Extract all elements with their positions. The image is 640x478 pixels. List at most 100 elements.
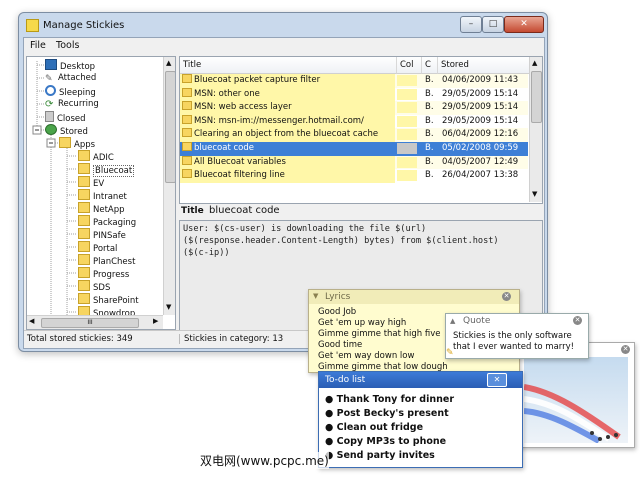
table-row[interactable]: MSN: web access layer B. 29/05/2009 15:14 bbox=[180, 101, 528, 115]
scroll-down-icon[interactable]: ▼ bbox=[532, 190, 537, 198]
scroll-up-icon[interactable]: ▲ bbox=[166, 59, 171, 67]
tree-horizontal-scrollbar[interactable]: ◀ III ▶ bbox=[27, 315, 163, 329]
tree-item-netapp[interactable]: NetApp bbox=[78, 202, 125, 215]
table-row[interactable]: Bluecoat filtering line B. 26/04/2007 13:3… bbox=[180, 169, 528, 183]
close-button[interactable]: ✕ bbox=[504, 16, 544, 33]
scroll-down-icon[interactable]: ▼ bbox=[166, 303, 171, 311]
tree-item-planchest[interactable]: PlanChest bbox=[78, 254, 135, 267]
row-color-swatch bbox=[397, 129, 417, 141]
tree-item-progress[interactable]: Progress bbox=[78, 267, 129, 280]
row-stored-date: 26/04/2007 13:38 bbox=[442, 170, 519, 181]
todo-item[interactable]: ● Send party invites bbox=[325, 450, 435, 461]
column-header-col[interactable]: Col bbox=[397, 57, 422, 74]
row-title: MSN: web access layer bbox=[180, 101, 395, 115]
tree-item-sleeping[interactable]: Sleeping bbox=[45, 85, 96, 98]
expand-icon[interactable]: ▲ bbox=[450, 317, 455, 325]
tree-item-bluecoat[interactable]: Bluecoat bbox=[78, 163, 135, 177]
row-color-swatch bbox=[397, 88, 417, 100]
tree-item-desktop[interactable]: Desktop bbox=[45, 59, 95, 72]
todo-item[interactable]: ● Copy MP3s to phone bbox=[325, 436, 446, 447]
todo-item[interactable]: ● Post Becky's present bbox=[325, 408, 449, 419]
tree-item-ev[interactable]: EV bbox=[78, 176, 104, 189]
column-header-c[interactable]: C bbox=[422, 57, 438, 74]
row-stored-date: 29/05/2009 15:14 bbox=[442, 102, 519, 113]
tree-item-sharepoint[interactable]: SharePoint bbox=[78, 293, 139, 306]
table-row[interactable]: All Bluecoat variables B. 04/05/2007 12:49 bbox=[180, 155, 528, 170]
folder-icon bbox=[78, 163, 90, 174]
scroll-up-icon[interactable]: ▲ bbox=[532, 59, 537, 67]
tree-item-attached[interactable]: ✎ Attached bbox=[45, 72, 96, 85]
tree-item-sds[interactable]: SDS bbox=[78, 280, 110, 293]
close-icon[interactable]: ✕ bbox=[487, 373, 507, 387]
clock-icon bbox=[45, 85, 56, 96]
title-field-row: Title bluecoat code bbox=[179, 204, 541, 219]
folder-icon bbox=[78, 150, 90, 161]
lyrics-header[interactable]: ▼ Lyrics ✕ bbox=[309, 290, 519, 304]
pencil-icon: ✎ bbox=[446, 348, 454, 358]
menu-bar: File Tools bbox=[24, 38, 544, 53]
tree-item-pinsafe[interactable]: PINSafe bbox=[78, 228, 126, 241]
tree-scroll-thumb[interactable] bbox=[165, 71, 175, 183]
tree-item-intranet[interactable]: Intranet bbox=[78, 189, 127, 202]
todo-item[interactable]: ● Thank Tony for dinner bbox=[325, 394, 454, 405]
quote-line: that I ever wanted to marry! bbox=[453, 342, 575, 352]
row-title: bluecoat code bbox=[180, 142, 395, 156]
recurring-icon: ⟳ bbox=[45, 99, 54, 110]
scroll-left-icon[interactable]: ◀ bbox=[29, 317, 34, 325]
tree-item-packaging[interactable]: Packaging bbox=[78, 215, 136, 228]
row-stored-date: 29/05/2009 15:14 bbox=[442, 115, 519, 126]
tree-item-stored[interactable]: Stored bbox=[45, 124, 88, 137]
lyrics-line: Good time bbox=[318, 340, 363, 350]
stickies-list[interactable]: Title Col C Stored Bluecoat packet captu… bbox=[179, 56, 543, 204]
todo-header[interactable]: To-do list ✕ bbox=[319, 372, 522, 388]
folder-icon bbox=[78, 176, 90, 187]
menu-tools[interactable]: Tools bbox=[56, 40, 79, 51]
sticky-note-icon bbox=[182, 114, 192, 124]
sticky-note-icon bbox=[182, 74, 192, 83]
collapse-icon[interactable]: ▼ bbox=[313, 292, 318, 300]
list-scroll-thumb[interactable] bbox=[531, 71, 542, 123]
column-header-title[interactable]: Title bbox=[180, 57, 397, 74]
row-color-swatch bbox=[397, 156, 417, 168]
table-row[interactable]: Bluecoat packet capture filter B. 04/06/20… bbox=[180, 74, 528, 88]
trash-icon bbox=[45, 111, 54, 122]
quote-sticky[interactable]: ▲ Quote ✕ Stickies is the only software … bbox=[445, 313, 589, 359]
row-stored-date: 29/05/2009 15:14 bbox=[442, 88, 519, 99]
minimize-button[interactable]: – bbox=[460, 16, 482, 33]
menu-file[interactable]: File bbox=[30, 40, 46, 51]
airshow-photo bbox=[524, 357, 628, 443]
todo-sticky[interactable]: To-do list ✕ ● Thank Tony for dinner ● P… bbox=[318, 371, 523, 468]
row-title: Clearing an object from the bluecoat cac… bbox=[180, 128, 395, 142]
close-icon[interactable]: ✕ bbox=[502, 292, 511, 301]
maximize-button[interactable]: □ bbox=[482, 16, 504, 33]
status-category-count: Stickies in category: 13 bbox=[179, 334, 283, 344]
tree-item-apps[interactable]: Apps bbox=[59, 137, 95, 150]
sticky-note-icon bbox=[182, 87, 192, 97]
tree-item-adic[interactable]: ADIC bbox=[78, 150, 114, 163]
tree-item-closed[interactable]: Closed bbox=[45, 111, 86, 124]
tree-hscroll-thumb[interactable]: III bbox=[41, 318, 139, 328]
table-row[interactable]: bluecoat code B. 05/02/2008 09:59 bbox=[180, 142, 528, 156]
sticky-note-icon bbox=[182, 155, 192, 165]
table-row[interactable]: MSN: msn-im://messenger.hotmail.com/B. 29… bbox=[180, 114, 528, 129]
todo-item[interactable]: ● Clean out fridge bbox=[325, 422, 423, 433]
row-color-swatch bbox=[397, 102, 417, 114]
lyrics-line: Good Job bbox=[318, 307, 357, 317]
scroll-right-icon[interactable]: ▶ bbox=[153, 317, 158, 325]
table-row[interactable]: MSN: other one B. 29/05/2009 15:14 bbox=[180, 87, 528, 102]
folder-icon bbox=[78, 228, 90, 239]
close-icon[interactable]: ✕ bbox=[621, 345, 630, 354]
tree-item-recurring[interactable]: ⟳ Recurring bbox=[45, 98, 99, 111]
tree-item-portal[interactable]: Portal bbox=[78, 241, 117, 254]
editor-line: ($(c-ip)) bbox=[183, 248, 230, 258]
title-field-input[interactable]: bluecoat code bbox=[209, 205, 280, 216]
folder-icon bbox=[78, 202, 90, 213]
close-icon[interactable]: ✕ bbox=[573, 316, 582, 325]
title-bar[interactable]: Manage Stickies – □ ✕ bbox=[19, 13, 547, 37]
category-tree[interactable]: Desktop ✎ Attached Sleeping ⟳ Recurring Cl… bbox=[26, 56, 176, 330]
lyrics-title: Lyrics bbox=[325, 292, 351, 302]
list-vertical-scrollbar[interactable]: ▲ ▼ bbox=[529, 57, 542, 202]
tree-vertical-scrollbar[interactable]: ▲ ▼ bbox=[163, 57, 175, 315]
column-header-stored[interactable]: Stored bbox=[438, 57, 532, 74]
table-row[interactable]: Clearing an object from the bluecoat cac… bbox=[180, 128, 528, 142]
